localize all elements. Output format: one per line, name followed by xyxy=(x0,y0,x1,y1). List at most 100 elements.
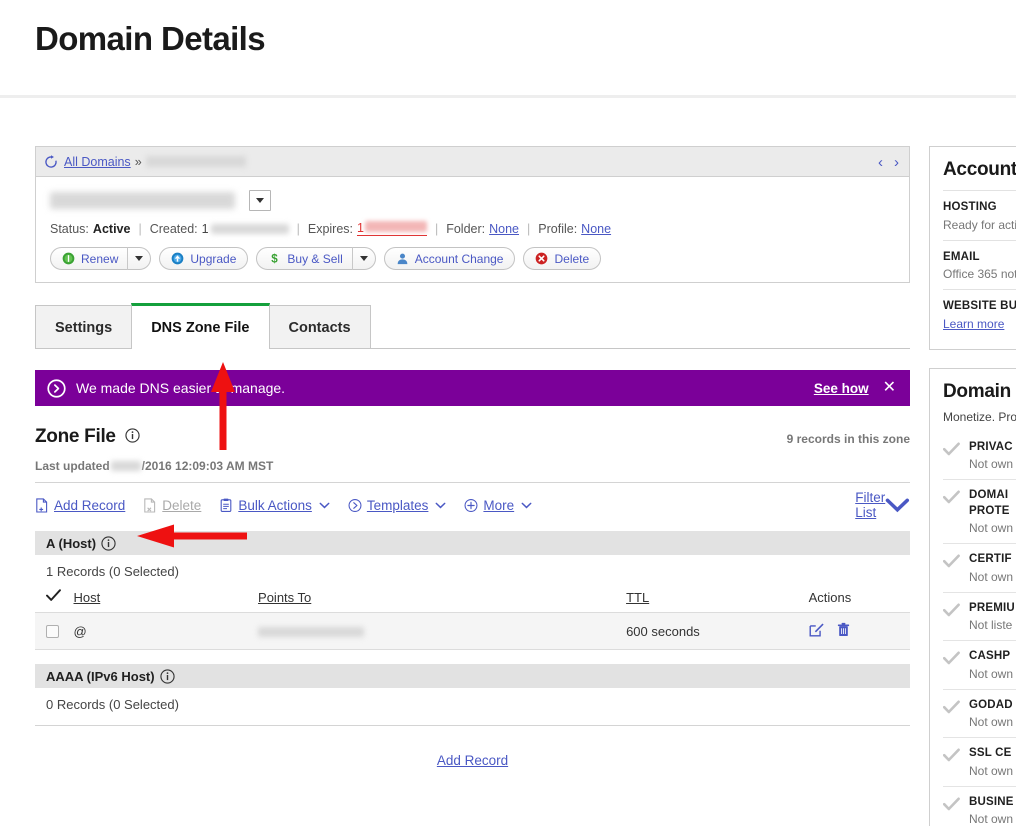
feature-heading: CASHP xyxy=(969,650,1011,663)
add-record-tool[interactable]: Add Record xyxy=(35,498,125,513)
feature-heading: DOMAI xyxy=(969,489,1009,502)
bulk-actions-tool[interactable]: Bulk Actions xyxy=(219,498,330,513)
domain-summary-card: All Domains » ‹ › Status: Active | Creat… xyxy=(35,146,910,283)
divider xyxy=(35,482,910,483)
header-host[interactable]: Host xyxy=(74,589,259,613)
refresh-icon[interactable] xyxy=(44,154,58,169)
account-card: Account HOSTING Ready for acti EMAIL Off… xyxy=(929,146,1016,350)
sidebar-row-website-builder[interactable]: WEBSITE BU Learn more xyxy=(943,289,1016,339)
check-icon xyxy=(943,442,960,455)
domain-card: Domain Monetize. Pro PRIVAC Not own DOMA… xyxy=(929,367,1016,826)
page-title: Domain Details xyxy=(35,20,266,57)
last-updated-date-redacted xyxy=(110,461,141,471)
tab-settings[interactable]: Settings xyxy=(35,305,133,349)
main-column: All Domains » ‹ › Status: Active | Creat… xyxy=(35,146,910,768)
sidebar-row-email[interactable]: EMAIL Office 365 not xyxy=(943,239,1016,290)
renew-label: Renew xyxy=(81,251,119,266)
meta-divider: | xyxy=(296,221,300,236)
domain-card-title: Domain xyxy=(943,380,1011,402)
chevron-circle-right-icon xyxy=(47,378,66,398)
breadcrumb-current-domain xyxy=(145,156,246,167)
buy-sell-dropdown[interactable] xyxy=(353,247,375,270)
feature-heading-line2: PROTE xyxy=(969,504,1010,517)
created-prefix: 1 xyxy=(201,221,209,236)
chevron-right-icon[interactable]: › xyxy=(894,155,899,170)
sidebar-row-hosting[interactable]: HOSTING Ready for acti xyxy=(943,190,1016,240)
check-icon xyxy=(943,603,960,616)
feature-heading: SSL CE xyxy=(969,747,1012,760)
domain-card-body: Status: Active | Created: 1 | Expires: 1… xyxy=(36,177,909,282)
bottom-add-record-link[interactable]: Add Record xyxy=(437,753,508,768)
upgrade-button[interactable]: Upgrade xyxy=(159,247,249,270)
filter-list-tool[interactable]: Filter List xyxy=(855,490,910,520)
delete-button[interactable]: Delete xyxy=(523,247,602,270)
more-tool[interactable]: More xyxy=(464,498,532,513)
info-icon[interactable] xyxy=(125,428,140,443)
feature-row-premium[interactable]: PREMIU Not liste xyxy=(943,591,1016,641)
templates-label: Templates xyxy=(366,497,429,513)
bottom-add-record: Add Record xyxy=(35,753,910,768)
close-icon[interactable]: ✕ xyxy=(883,380,896,396)
renew-dropdown[interactable] xyxy=(128,247,150,270)
feature-row-ssl[interactable]: SSL CE Not own xyxy=(943,737,1016,786)
tab-contacts[interactable]: Contacts xyxy=(268,305,371,349)
buy-sell-button[interactable]: $ Buy & Sell xyxy=(256,247,376,270)
header-points-to[interactable]: Points To xyxy=(258,589,626,613)
header-points-to-label: Points To xyxy=(258,589,312,605)
table-header-row: Host Points To TTL Actions xyxy=(35,589,910,613)
add-record-label: Add Record xyxy=(54,497,126,513)
see-how-link[interactable]: See how xyxy=(814,381,869,396)
info-icon[interactable] xyxy=(159,668,175,684)
feature-row-privacy[interactable]: PRIVAC Not own xyxy=(943,432,1016,480)
row-ttl: 600 seconds xyxy=(626,612,809,650)
tab-dns-zone-file[interactable]: DNS Zone File xyxy=(131,303,270,349)
row-select-cell xyxy=(35,612,74,650)
profile-value-link[interactable]: None xyxy=(581,222,611,236)
section-header-aaaa: AAAA (IPv6 Host) xyxy=(35,664,910,688)
right-sidebar: Account HOSTING Ready for acti EMAIL Off… xyxy=(929,146,1016,826)
dollar-icon: $ xyxy=(272,253,279,265)
feature-heading: GODAD xyxy=(969,698,1013,711)
delete-record-label: Delete xyxy=(162,497,202,513)
domain-meta-row: Status: Active | Created: 1 | Expires: 1… xyxy=(50,221,895,236)
chevron-left-icon[interactable]: ‹ xyxy=(878,155,883,170)
domain-details-page: Domain Details All Domains » ‹ › Status:… xyxy=(0,0,1016,826)
feature-row-certified[interactable]: CERTIF Not own xyxy=(943,543,1016,592)
feature-row-domain-protection[interactable]: DOMAI PROTE Not own xyxy=(943,479,1016,543)
header-ttl[interactable]: TTL xyxy=(626,589,809,613)
templates-tool[interactable]: Templates xyxy=(348,498,447,513)
breadcrumb-all-domains[interactable]: All Domains xyxy=(64,155,131,169)
buy-sell-label: Buy & Sell xyxy=(287,251,343,266)
website-builder-learn-more[interactable]: Learn more xyxy=(943,317,1016,331)
svg-text:$: $ xyxy=(272,253,279,265)
domain-feature-list: PRIVAC Not own DOMAI PROTE Not own CERTI… xyxy=(943,432,1016,826)
status-value: Active xyxy=(92,221,131,236)
account-change-button[interactable]: Account Change xyxy=(383,247,516,270)
trash-icon[interactable] xyxy=(836,622,851,637)
select-all-header[interactable] xyxy=(35,589,74,613)
renew-button[interactable]: Renew xyxy=(50,247,152,270)
row-checkbox[interactable] xyxy=(46,624,59,638)
info-icon[interactable] xyxy=(101,535,116,551)
edit-icon[interactable] xyxy=(809,622,824,637)
domain-switch-dropdown[interactable] xyxy=(249,189,271,211)
row-points-to xyxy=(258,612,627,650)
expires-value xyxy=(364,221,427,232)
feature-row-godaddy[interactable]: GODAD Not own xyxy=(943,688,1016,738)
domain-action-buttons: Renew Upgrade $ Buy & Sell Account Chang… xyxy=(50,247,895,270)
feature-row-business[interactable]: BUSINE Not own xyxy=(943,785,1016,826)
chevron-down-icon xyxy=(135,256,144,261)
banner-actions: See how ✕ xyxy=(814,370,896,406)
header-actions-label: Actions xyxy=(808,589,852,605)
check-icon xyxy=(943,797,960,810)
account-card-title: Account xyxy=(943,159,1016,180)
feature-heading: BUSINE xyxy=(969,795,1014,808)
folder-value-link[interactable]: None xyxy=(489,222,519,236)
zone-record-count: 9 records in this zone xyxy=(786,432,910,446)
tab-dns-zone-file-label: DNS Zone File xyxy=(151,319,250,336)
chevron-down-icon xyxy=(521,502,532,508)
feature-heading: PRIVAC xyxy=(969,440,1013,453)
feature-row-cashparking[interactable]: CASHP Not own xyxy=(943,640,1016,689)
meta-divider: | xyxy=(434,221,439,236)
upgrade-label: Upgrade xyxy=(190,251,237,266)
